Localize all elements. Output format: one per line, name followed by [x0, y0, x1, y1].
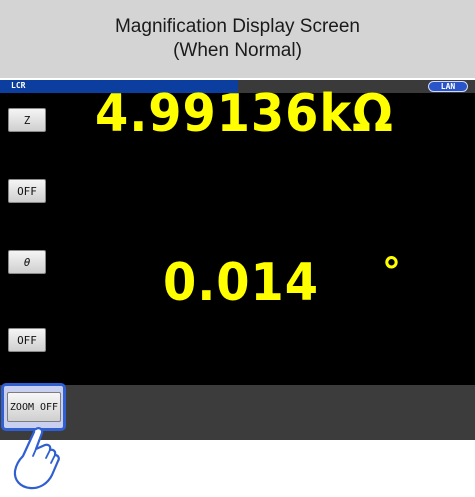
bottom-bar [0, 385, 475, 440]
mode-label: LCR [11, 81, 26, 90]
parameter-2-label: θ [23, 255, 31, 269]
degree-unit: ° [382, 250, 401, 294]
zoom-button[interactable]: ZOOM OFF [7, 392, 61, 422]
caption-title: Magnification Display Screen [114, 16, 360, 37]
parameter-1-off-label: OFF [17, 184, 37, 198]
parameter-1-button[interactable]: Z [8, 108, 46, 132]
figure-caption: Magnification Display Screen (When Norma… [0, 0, 475, 78]
parameter-2-off-button[interactable]: OFF [8, 328, 46, 352]
phase-angle-reading: 0.014 [163, 253, 319, 313]
caption-subtitle: (When Normal) [173, 40, 302, 61]
lan-label: LAN [440, 82, 456, 91]
pointing-hand-icon [13, 427, 60, 490]
parameter-1-label: Z [23, 113, 31, 127]
parameter-2-off-label: OFF [17, 333, 37, 347]
instrument-screen: LCR LAN Z OFF θ OFF 4.99136kΩ 0.014 ° [0, 80, 475, 440]
lan-status-badge: LAN [428, 81, 468, 92]
zoom-button-label: ZOOM OFF [9, 401, 59, 413]
parameter-2-button[interactable]: θ [8, 250, 46, 274]
impedance-reading: 4.99136kΩ [95, 84, 394, 144]
parameter-1-off-button[interactable]: OFF [8, 179, 46, 203]
